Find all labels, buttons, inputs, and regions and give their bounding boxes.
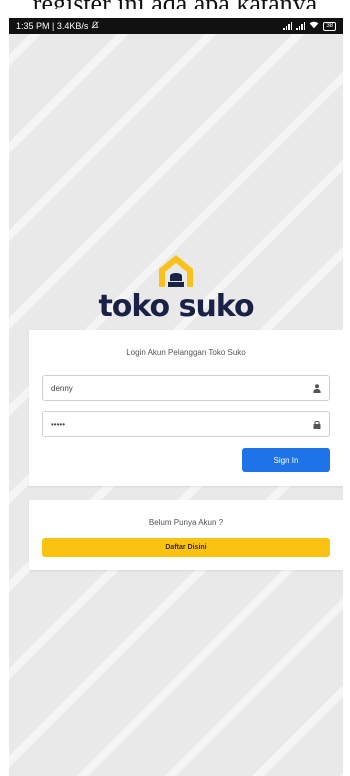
register-card: Belum Punya Akun ? Daftar Disini (29, 500, 343, 570)
lock-icon (312, 419, 322, 429)
wifi-icon (309, 21, 319, 31)
password-value: ••••• (51, 419, 66, 429)
username-value: denny (51, 383, 73, 393)
phone-screen: 1:35 PM | 3.4KB/s 38 toko suko Login Aku… (9, 18, 343, 776)
signal-icon (283, 22, 293, 30)
top-caption: register ini ada apa katanya (0, 0, 350, 9)
login-card: Login Akun Pelanggan Toko Suko denny •••… (29, 330, 343, 486)
house-icon (9, 253, 343, 289)
signal-icon (296, 22, 306, 30)
battery-icon: 38 (323, 21, 336, 31)
brand-logo: toko suko (9, 253, 343, 325)
username-field[interactable]: denny (42, 375, 330, 401)
signin-button[interactable]: Sign In (242, 448, 330, 472)
register-prompt: Belum Punya Akun ? (148, 518, 224, 527)
login-title: Login Akun Pelanggan Toko Suko (126, 348, 246, 357)
brand-name: toko suko (98, 289, 254, 324)
password-field[interactable]: ••••• (42, 411, 330, 437)
register-button[interactable]: Daftar Disini (42, 538, 330, 557)
bell-off-icon (91, 21, 100, 31)
status-bar: 1:35 PM | 3.4KB/s 38 (9, 18, 343, 34)
user-icon (312, 383, 322, 393)
status-time: 1:35 PM | 3.4KB/s (16, 21, 89, 31)
